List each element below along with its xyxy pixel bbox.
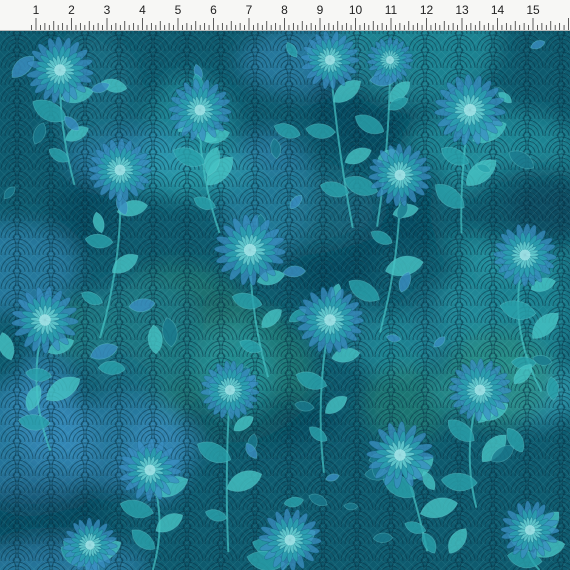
flower-center: [144, 464, 156, 476]
flower-center: [54, 64, 66, 76]
ruler-number: 8: [281, 3, 288, 17]
measuring-ruler: 1 2 3 4 5 6 7 8 9 10 11 12 13 14 15: [0, 0, 570, 31]
flower-center: [85, 540, 95, 550]
flower-center: [386, 56, 394, 64]
flower-center: [519, 249, 531, 261]
ruler-number: 11: [384, 3, 398, 17]
flower-center: [324, 54, 336, 66]
ruler-number: 5: [174, 3, 182, 17]
flower-center: [114, 164, 126, 176]
flower-center: [474, 384, 486, 396]
fabric-pattern: [0, 0, 570, 570]
ruler-number: 2: [68, 3, 75, 17]
flower-center: [194, 104, 206, 116]
flower-center: [394, 169, 406, 181]
ruler-number: 1: [32, 3, 40, 17]
ruler-number: 10: [348, 3, 363, 17]
fabric-swatch: 1 2 3 4 5 6 7 8 9 10 11 12 13 14 15: [0, 0, 570, 570]
ruler-number: 3: [103, 3, 111, 17]
ruler-number: 15: [526, 3, 540, 17]
ruler-number: 12: [419, 3, 434, 17]
flower-center: [284, 534, 296, 546]
flower-center: [224, 384, 236, 396]
ruler-number: 13: [455, 3, 469, 17]
flower-center: [524, 524, 536, 536]
flower-center: [243, 243, 257, 257]
flower-center: [324, 314, 336, 326]
flower-center: [394, 449, 406, 461]
flower-center: [463, 103, 477, 117]
ruler-number: 7: [245, 3, 253, 17]
flower-center: [39, 314, 51, 326]
ruler-number: 14: [490, 3, 505, 17]
ruler-number: 6: [210, 3, 217, 17]
ruler-number: 9: [316, 3, 324, 17]
ruler-number: 4: [139, 3, 146, 17]
